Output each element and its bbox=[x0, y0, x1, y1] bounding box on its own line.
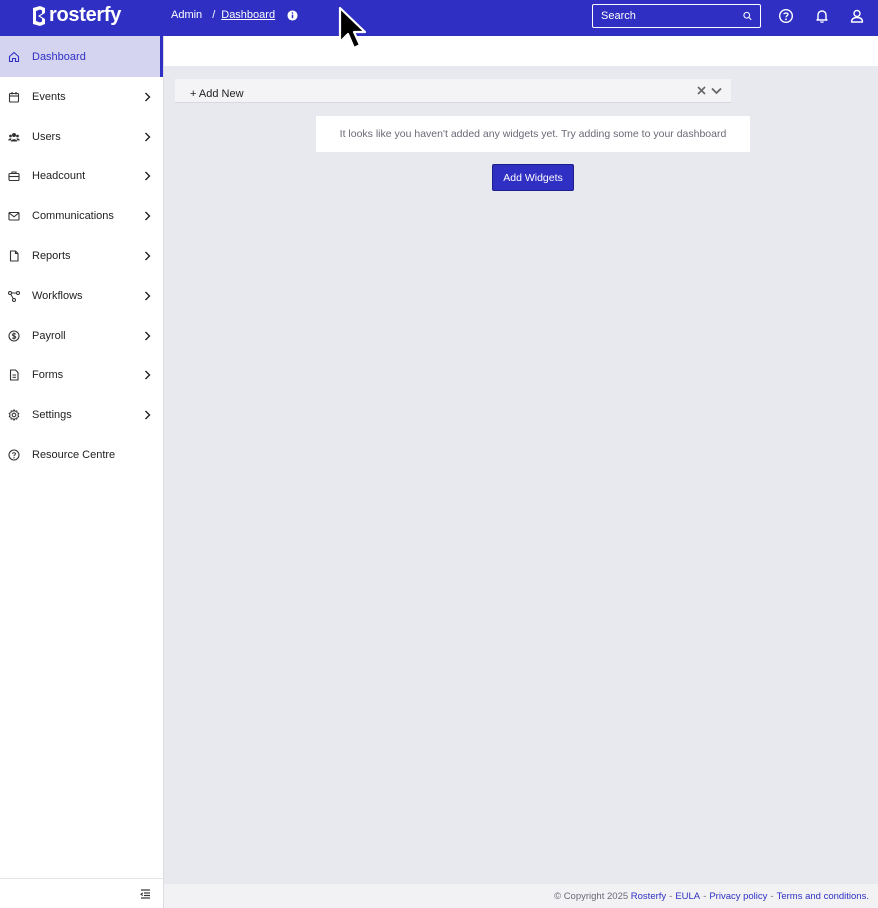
gear-icon bbox=[8, 409, 20, 421]
document-icon bbox=[9, 250, 19, 262]
chevron-right-icon bbox=[145, 370, 151, 380]
envelope-icon bbox=[8, 212, 20, 221]
chevron-right-icon bbox=[145, 331, 151, 341]
user-icon[interactable] bbox=[849, 8, 865, 24]
footer-separator: - bbox=[669, 890, 673, 902]
empty-widgets-message: It looks like you haven't added any widg… bbox=[316, 116, 750, 152]
terms-link[interactable]: Terms and conditions. bbox=[777, 891, 869, 902]
sidebar-item-communications[interactable]: Communications bbox=[0, 196, 163, 236]
sidebar-item-forms[interactable]: Forms bbox=[0, 356, 163, 396]
breadcrumb: Admin / Dashboard bbox=[171, 9, 298, 21]
sidebar-item-label: Workflows bbox=[32, 289, 83, 302]
search-icon[interactable] bbox=[743, 10, 752, 22]
logo-text: rosterfy bbox=[49, 4, 122, 26]
copyright-text: © Copyright 2025 bbox=[554, 890, 629, 902]
eula-link[interactable]: EULA bbox=[675, 891, 700, 902]
sidebar-item-dashboard[interactable]: Dashboard bbox=[0, 36, 163, 77]
info-icon[interactable] bbox=[287, 9, 298, 21]
sidebar-item-users[interactable]: Users bbox=[0, 117, 163, 157]
users-icon bbox=[8, 132, 20, 142]
chevron-right-icon bbox=[145, 92, 151, 102]
top-navigation-bar: rosterfy Admin / Dashboard bbox=[0, 0, 878, 36]
add-new-bar: + Add New bbox=[175, 79, 731, 103]
chevron-right-icon bbox=[145, 291, 151, 301]
search-box[interactable] bbox=[592, 4, 761, 28]
collapse-sidebar-icon[interactable] bbox=[140, 889, 151, 899]
page-footer: © Copyright 2025 Rosterfy - EULA - Priva… bbox=[164, 884, 878, 908]
sidebar-item-settings[interactable]: Settings bbox=[0, 395, 163, 435]
footer-separator: - bbox=[770, 890, 774, 902]
footer-separator: - bbox=[703, 890, 707, 902]
sidebar-item-label: Events bbox=[32, 90, 66, 103]
dollar-icon bbox=[8, 330, 20, 342]
sidebar-item-label: Communications bbox=[32, 210, 114, 223]
sidebar-item-label: Dashboard bbox=[32, 50, 86, 63]
chevron-right-icon bbox=[145, 410, 151, 420]
sidebar-item-label: Headcount bbox=[32, 170, 86, 183]
sidebar-item-reports[interactable]: Reports bbox=[0, 236, 163, 276]
sidebar-item-label: Reports bbox=[32, 250, 71, 263]
rosterfy-logo-icon bbox=[33, 5, 45, 26]
chevron-down-icon[interactable] bbox=[711, 87, 722, 95]
chevron-right-icon bbox=[145, 251, 151, 261]
help-icon[interactable] bbox=[778, 8, 794, 24]
sidebar-item-workflows[interactable]: Workflows bbox=[0, 276, 163, 316]
bell-icon[interactable] bbox=[814, 8, 830, 24]
briefcase-icon bbox=[8, 171, 20, 182]
sidebar-item-payroll[interactable]: Payroll bbox=[0, 316, 163, 356]
sidebar-item-headcount[interactable]: Headcount bbox=[0, 157, 163, 197]
breadcrumb-root[interactable]: Admin bbox=[171, 9, 202, 21]
sidebar: Dashboard Events Users Headcount Communi… bbox=[0, 36, 164, 908]
chevron-right-icon bbox=[145, 132, 151, 142]
sidebar-item-label: Users bbox=[32, 130, 61, 143]
chevron-right-icon bbox=[145, 171, 151, 181]
calendar-icon bbox=[8, 91, 20, 103]
sidebar-item-label: Settings bbox=[32, 409, 72, 422]
page-subheader bbox=[164, 36, 878, 66]
home-icon bbox=[8, 51, 20, 62]
search-input[interactable] bbox=[601, 10, 743, 22]
sidebar-item-label: Resource Centre bbox=[32, 449, 116, 462]
add-new-button[interactable]: + Add New bbox=[190, 88, 244, 100]
rosterfy-logo[interactable]: rosterfy bbox=[32, 4, 121, 27]
sidebar-item-resource-centre[interactable]: Resource Centre bbox=[0, 435, 163, 475]
sidebar-item-label: Forms bbox=[32, 369, 64, 382]
chevron-right-icon bbox=[145, 211, 151, 221]
question-icon bbox=[8, 449, 20, 461]
breadcrumb-separator: / bbox=[212, 9, 216, 21]
sidebar-item-events[interactable]: Events bbox=[0, 77, 163, 117]
rosterfy-link[interactable]: Rosterfy bbox=[631, 891, 666, 902]
add-widgets-button[interactable]: Add Widgets bbox=[492, 164, 574, 191]
sidebar-item-label: Payroll bbox=[32, 329, 66, 342]
sidebar-footer bbox=[0, 878, 163, 908]
close-icon[interactable] bbox=[697, 86, 706, 95]
form-icon bbox=[9, 369, 19, 382]
workflow-icon bbox=[8, 290, 20, 302]
privacy-policy-link[interactable]: Privacy policy bbox=[709, 891, 767, 902]
breadcrumb-current[interactable]: Dashboard bbox=[221, 9, 275, 21]
